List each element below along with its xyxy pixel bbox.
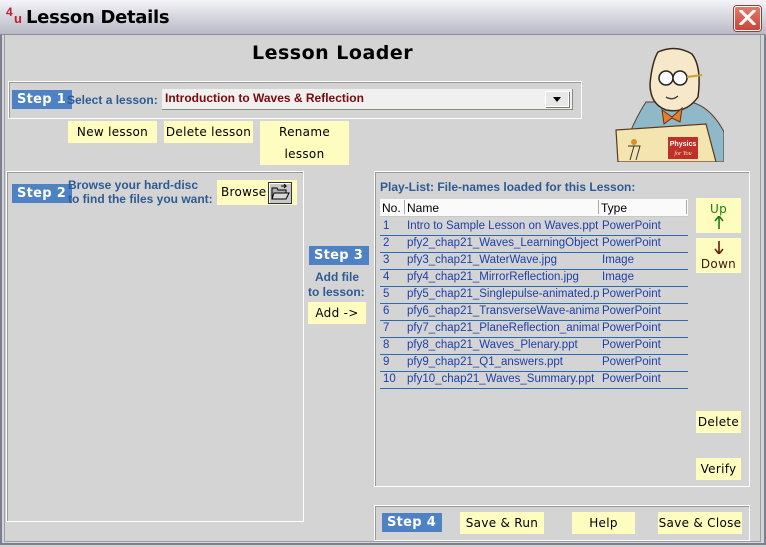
- book-title: Physics: [670, 141, 697, 148]
- playlist-cell-type: PowerPoint: [602, 339, 661, 351]
- playlist-cell-name: pfy5_chap21_Singlepulse-animated.pp: [407, 288, 599, 300]
- playlist-cell-name: Intro to Sample Lesson on Waves.ppt: [407, 220, 599, 232]
- playlist-cell-no: 6: [383, 305, 390, 317]
- playlist-cell-no: 7: [383, 322, 390, 334]
- browse-button-label: Browse: [221, 185, 267, 199]
- add-file-label-line2: to lesson:: [308, 285, 365, 299]
- page-title: Lesson Loader: [252, 42, 414, 64]
- mascot-glasses-right: [672, 70, 688, 86]
- playlist-cell-type: PowerPoint: [602, 322, 661, 334]
- delete-lesson-button[interactable]: Delete lesson: [164, 121, 253, 143]
- playlist-cell-no: 3: [383, 254, 390, 266]
- save-and-run-button[interactable]: Save & Run: [460, 512, 544, 534]
- rename-lesson-button[interactable]: Rename lesson: [260, 121, 349, 165]
- move-down-label: Down: [700, 257, 737, 271]
- save-and-close-button[interactable]: Save & Close: [658, 512, 742, 534]
- book-subtitle: for You: [674, 150, 691, 157]
- browse-label-line1: Browse your hard-disc: [68, 178, 199, 192]
- playlist-cell-no: 1: [383, 220, 390, 232]
- browse-label-line2: to find the files you want:: [68, 192, 213, 206]
- column-header-type[interactable]: Type: [601, 201, 627, 215]
- playlist-cell-no: 10: [383, 373, 396, 385]
- add-file-label-line1: Add file: [315, 270, 359, 284]
- playlist-cell-name: pfy2_chap21_Waves_LearningObjectiv: [407, 237, 599, 249]
- playlist-cell-type: PowerPoint: [602, 373, 661, 385]
- lesson-select-value: Introduction to Waves & Reflection: [165, 91, 364, 105]
- playlist-cell-no: 9: [383, 356, 390, 368]
- playlist-row[interactable]: 8 pfy8_chap21_Waves_Plenary.ppt PowerPoint: [380, 337, 688, 355]
- playlist-row[interactable]: 6 pfy6_chap21_TransverseWave-animat PowerP…: [380, 303, 688, 321]
- move-down-button[interactable]: Down: [696, 238, 741, 273]
- playlist-row[interactable]: 3 pfy3_chap21_WaterWave.jpg Image: [380, 252, 688, 270]
- playlist-cell-name: pfy7_chap21_PlaneReflection_animate: [407, 322, 599, 334]
- select-lesson-label: Select a lesson:: [67, 93, 158, 107]
- playlist-row[interactable]: 4 pfy4_chap21_MirrorReflection.jpg Image: [380, 269, 688, 287]
- playlist-cell-name: pfy4_chap21_MirrorReflection.jpg: [407, 271, 579, 283]
- playlist-row[interactable]: 10 pfy10_chap21_Waves_Summary.ppt PowerPoi…: [380, 371, 688, 389]
- playlist-cell-type: PowerPoint: [602, 220, 661, 232]
- step2-badge: Step 2: [12, 184, 73, 203]
- lesson-select[interactable]: Introduction to Waves & Reflection: [162, 89, 573, 110]
- title-bar: 4u Lesson Details: [0, 0, 766, 35]
- playlist-cell-no: 2: [383, 237, 390, 249]
- playlist-cell-type: PowerPoint: [602, 356, 661, 368]
- step2-panel: [6, 171, 304, 522]
- move-up-label: Up: [709, 202, 727, 216]
- window-title: Lesson Details: [26, 7, 170, 28]
- help-button[interactable]: Help: [572, 512, 635, 534]
- playlist-row[interactable]: 7 pfy7_chap21_PlaneReflection_animate Powe…: [380, 320, 688, 338]
- playlist-title: Play-List: File-names loaded for this Le…: [380, 180, 636, 194]
- close-button[interactable]: [734, 6, 761, 31]
- chevron-down-icon[interactable]: [545, 91, 569, 107]
- playlist-cell-type: Image: [602, 254, 634, 266]
- playlist-cell-name: pfy3_chap21_WaterWave.jpg: [407, 254, 558, 266]
- add-to-playlist-button[interactable]: Add ->: [308, 302, 366, 324]
- column-header-no[interactable]: No.: [382, 201, 401, 215]
- playlist-row[interactable]: 5 pfy5_chap21_Singlepulse-animated.pp Powe…: [380, 286, 688, 304]
- verify-button[interactable]: Verify: [696, 458, 741, 480]
- playlist-cell-no: 4: [383, 271, 390, 283]
- step1-badge: Step 1: [12, 90, 73, 109]
- step4-badge: Step 4: [382, 513, 443, 532]
- playlist-cell-type: Image: [602, 271, 634, 283]
- mascot-glasses-left: [658, 70, 674, 86]
- delete-item-button[interactable]: Delete: [696, 411, 741, 433]
- playlist-cell-no: 5: [383, 288, 390, 300]
- arrow-down-icon: [713, 241, 724, 255]
- step3-badge: Step 3: [309, 246, 370, 265]
- playlist-cell-type: PowerPoint: [602, 288, 661, 300]
- playlist-cell-name: pfy8_chap21_Waves_Plenary.ppt: [407, 339, 578, 351]
- playlist-row[interactable]: 1 Intro to Sample Lesson on Waves.ppt Powe…: [380, 218, 688, 236]
- playlist-row[interactable]: 2 pfy2_chap21_Waves_LearningObjectiv Power…: [380, 235, 688, 253]
- playlist-cell-type: PowerPoint: [602, 305, 661, 317]
- close-icon: [739, 10, 756, 25]
- arrow-up-icon: [713, 215, 724, 229]
- playlist-table-header: No. Name Type: [380, 199, 688, 217]
- folder-open-icon[interactable]: [268, 182, 292, 204]
- column-header-name[interactable]: Name: [407, 201, 439, 215]
- playlist-cell-name: pfy6_chap21_TransverseWave-animat: [407, 305, 599, 317]
- playlist-cell-no: 8: [383, 339, 390, 351]
- playlist-cell-name: pfy9_chap21_Q1_answers.ppt: [407, 356, 563, 368]
- playlist-cell-name: pfy10_chap21_Waves_Summary.ppt: [407, 373, 595, 385]
- new-lesson-button[interactable]: New lesson: [68, 121, 157, 143]
- app-logo-icon: 4u: [6, 5, 22, 26]
- mascot-illustration: Physics for You: [615, 47, 724, 162]
- playlist-cell-type: PowerPoint: [602, 237, 661, 249]
- playlist-row[interactable]: 9 pfy9_chap21_Q1_answers.ppt PowerPoint: [380, 354, 688, 372]
- move-up-button[interactable]: Up: [696, 198, 741, 233]
